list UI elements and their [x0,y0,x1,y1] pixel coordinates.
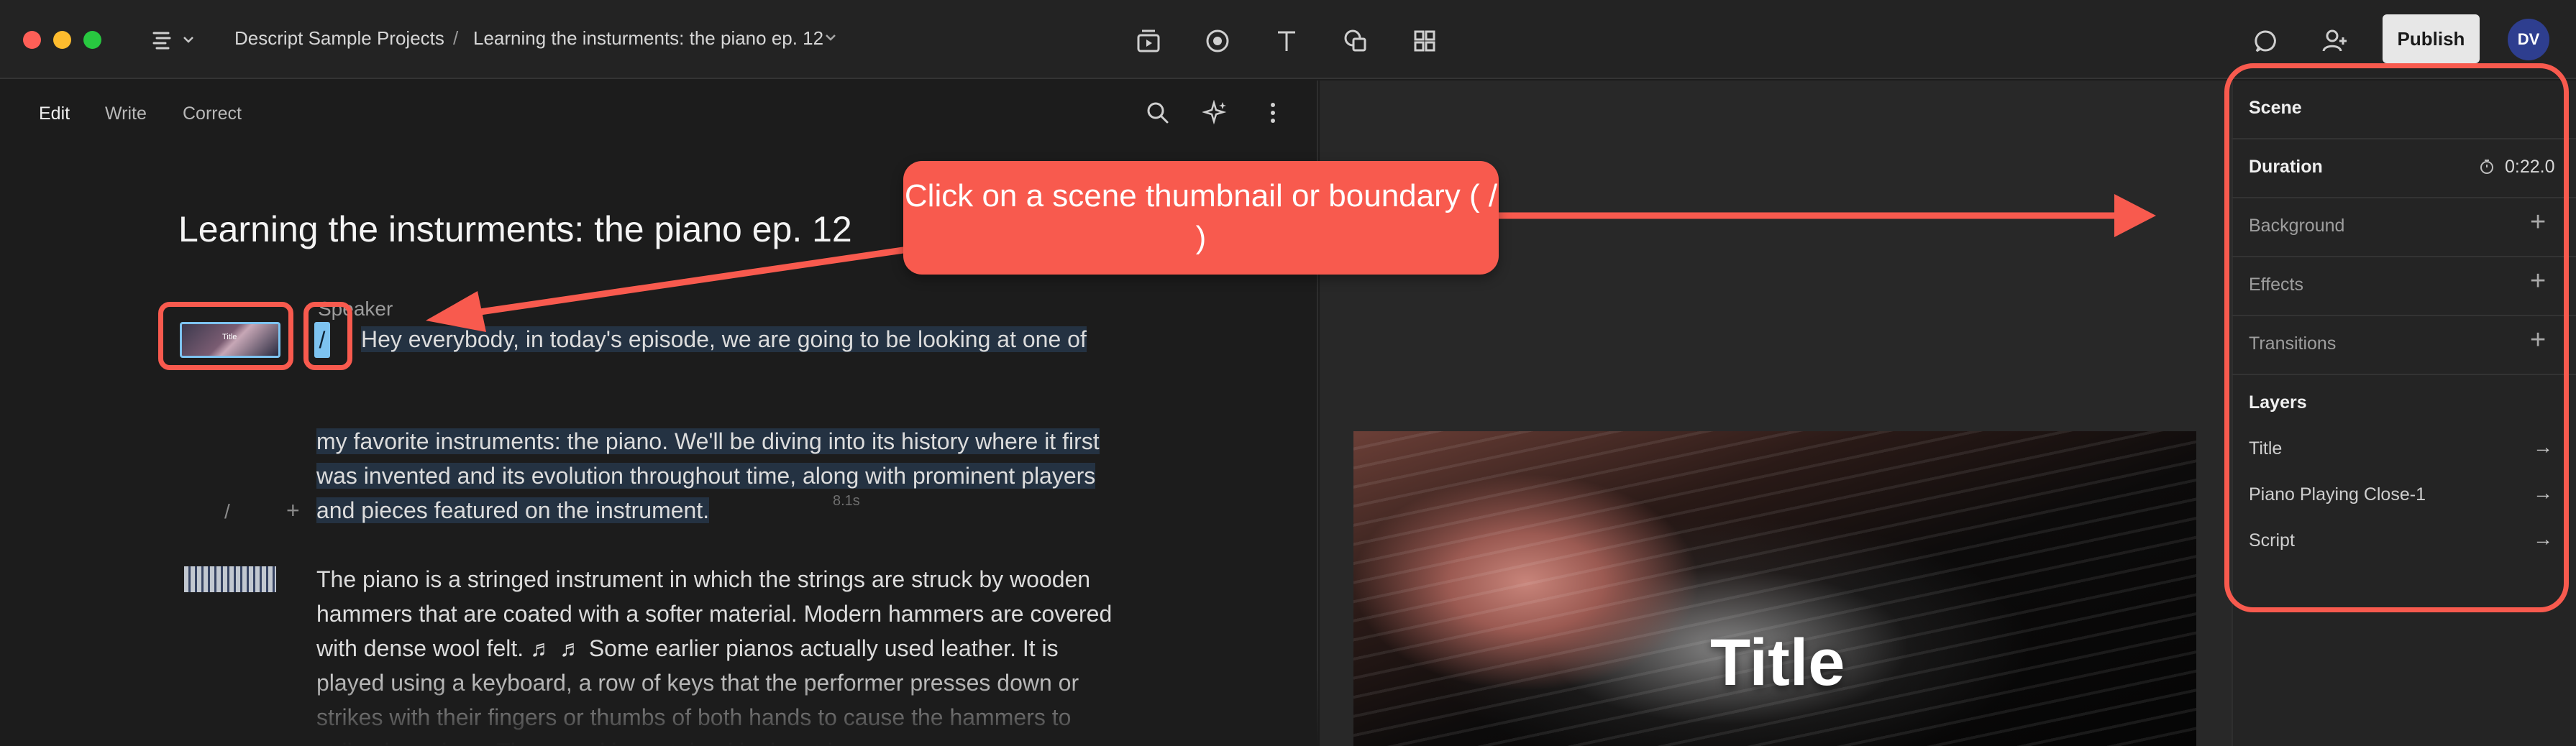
annotation-arrows [426,194,2156,332]
panel-highlight [2224,63,2569,612]
instruction-callout: Click on a scene thumbnail or boundary (… [903,161,1499,275]
boundary-highlight [303,302,352,370]
arrow-head-left [426,291,486,332]
arrow-head-right [2114,194,2156,237]
thumbnail-highlight [158,302,293,370]
